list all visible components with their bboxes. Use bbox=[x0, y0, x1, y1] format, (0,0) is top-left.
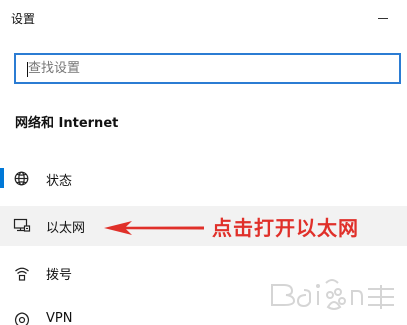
annotation-text: 点击打开以太网 bbox=[212, 216, 359, 240]
vpn-icon bbox=[13, 311, 31, 325]
nav-item-label: VPN bbox=[46, 311, 73, 325]
nav-item-status[interactable]: 状态 bbox=[0, 159, 407, 199]
dialup-icon bbox=[13, 264, 31, 282]
window-title: 设置 bbox=[11, 12, 36, 26]
title-bar: 设置 bbox=[0, 0, 407, 36]
minimize-button[interactable] bbox=[374, 9, 392, 27]
nav-item-label: 状态 bbox=[46, 174, 73, 189]
section-title: 网络和 Internet bbox=[15, 116, 119, 131]
selection-indicator bbox=[0, 168, 4, 188]
text-caret bbox=[27, 62, 28, 77]
globe-status-icon bbox=[13, 170, 31, 188]
annotation-arrow bbox=[104, 221, 204, 235]
baidu-watermark-logo bbox=[271, 279, 394, 310]
nav-item-label: 以太网 bbox=[46, 221, 86, 236]
ethernet-monitor-icon bbox=[13, 217, 31, 235]
nav-item-label: 拨号 bbox=[46, 268, 73, 283]
search-box[interactable] bbox=[14, 53, 401, 84]
search-input[interactable] bbox=[16, 55, 399, 82]
settings-window: 设置 网络和 Internet 状态 bbox=[0, 0, 407, 325]
